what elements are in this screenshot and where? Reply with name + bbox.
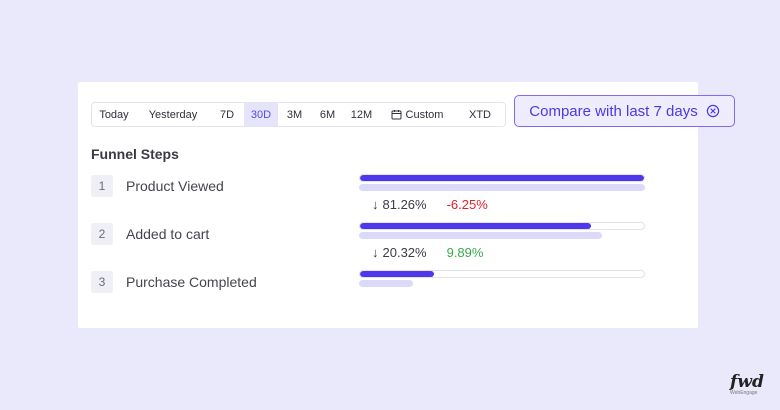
compare-bar-fill: [359, 184, 645, 191]
conversion-delta: 9.89%: [446, 245, 484, 260]
range-option-label: 30D: [250, 108, 272, 121]
compare-bar-track: [359, 184, 645, 191]
step-number: 3: [91, 271, 113, 293]
funnel-title: Funnel Steps: [91, 146, 179, 162]
brand-logo: fwd WebEngage: [730, 372, 770, 397]
step-bar-track: [359, 174, 645, 182]
range-option-label: XTD: [469, 108, 491, 121]
range-option-yesterday[interactable]: Yesterday: [136, 103, 210, 126]
step-label: Product Viewed: [126, 178, 224, 194]
range-option-label: Yesterday: [148, 108, 198, 121]
range-option-today[interactable]: Today: [92, 103, 136, 126]
step-bar-fill: [360, 175, 644, 181]
compare-button[interactable]: Compare with last 7 days: [514, 95, 735, 127]
step-bar-fill: [360, 271, 434, 277]
range-option-xtd[interactable]: XTD: [455, 103, 505, 126]
range-option-label: 6M: [319, 108, 336, 121]
step-bar-group: [359, 222, 645, 239]
funnel-step: 1 Product Viewed: [91, 175, 224, 197]
step-bar-track: [359, 270, 645, 278]
step-number: 1: [91, 175, 113, 197]
calendar-icon: [391, 110, 402, 120]
range-option-label: Today: [99, 108, 129, 121]
compare-bar-fill: [359, 232, 602, 239]
conversion-row: ↓ 81.26% -6.25%: [372, 197, 488, 212]
step-bar-fill: [360, 223, 591, 229]
logo-subtext: WebEngage: [730, 390, 758, 396]
step-bar-group: [359, 270, 645, 287]
compare-bar-track: [359, 232, 645, 239]
conversion-row: ↓ 20.32% 9.89%: [372, 245, 483, 260]
conversion-delta: -6.25%: [446, 197, 488, 212]
range-option-label: 7D: [219, 108, 235, 121]
compare-bar-track: [359, 280, 645, 287]
range-option-7d[interactable]: 7D: [210, 103, 244, 126]
funnel-step: 2 Added to cart: [91, 223, 209, 245]
range-option-12m[interactable]: 12M: [344, 103, 379, 126]
conversion-rate: 81.26%: [382, 197, 427, 212]
step-label: Purchase Completed: [126, 274, 257, 290]
range-option-custom[interactable]: Custom: [379, 103, 455, 126]
step-bar-group: [359, 174, 645, 191]
funnel-card: Today Yesterday 7D 30D 3M 6M 12M Custom XTD Comp…: [78, 82, 735, 328]
range-option-label: 3M: [286, 108, 303, 121]
step-number: 2: [91, 223, 113, 245]
compare-button-label: Compare with last 7 days: [529, 102, 698, 120]
compare-bar-fill: [359, 280, 414, 287]
range-option-6m[interactable]: 6M: [311, 103, 344, 126]
range-option-30d[interactable]: 30D: [244, 103, 278, 126]
conversion-rate: 20.32%: [382, 245, 427, 260]
close-circle-icon[interactable]: [706, 104, 720, 118]
range-option-label: Custom: [405, 108, 444, 121]
step-label: Added to cart: [126, 226, 210, 242]
range-option-3m[interactable]: 3M: [278, 103, 311, 126]
down-arrow-icon: ↓: [372, 197, 379, 212]
down-arrow-icon: ↓: [372, 245, 379, 260]
logo-text: fwd: [730, 372, 764, 392]
range-option-label: 12M: [350, 108, 373, 121]
funnel-step: 3 Purchase Completed: [91, 271, 257, 293]
step-bar-track: [359, 222, 645, 230]
date-range-selector: Today Yesterday 7D 30D 3M 6M 12M Custom XTD: [91, 102, 506, 127]
